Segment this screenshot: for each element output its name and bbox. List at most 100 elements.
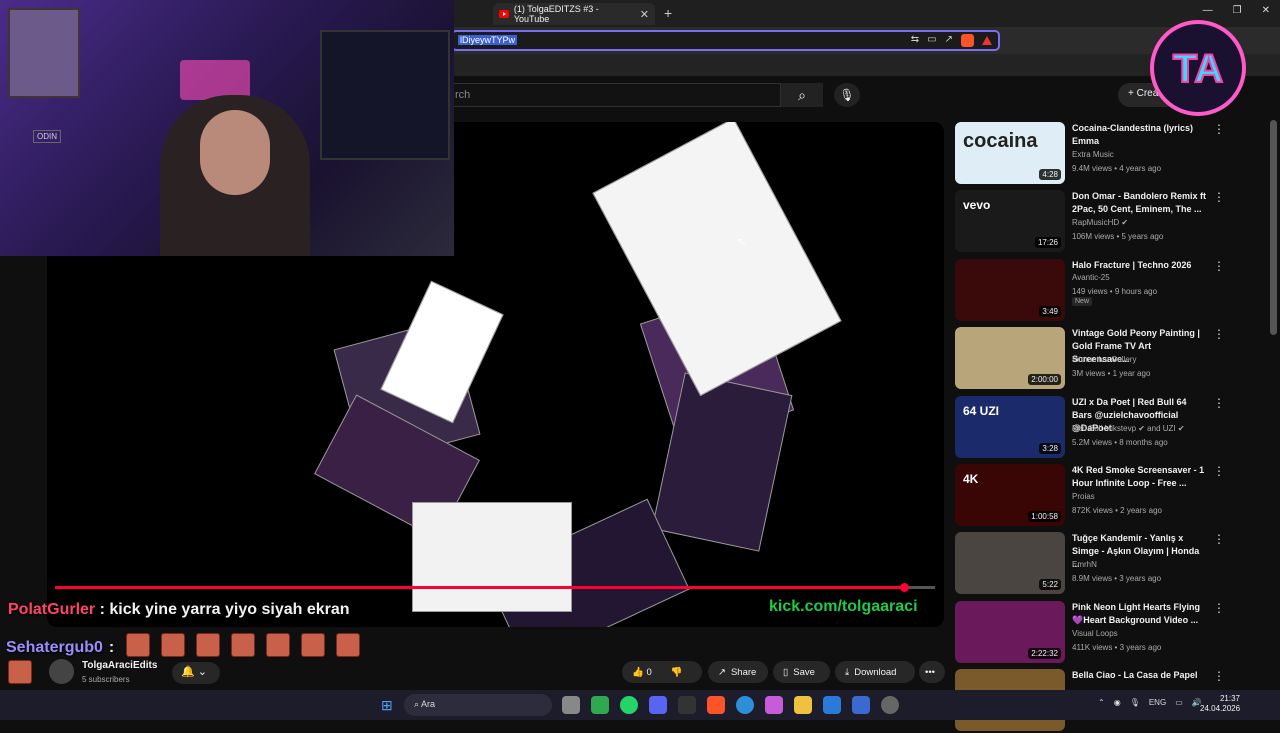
video-title[interactable]: Pink Neon Light Hearts Flying 💜Heart Bac… xyxy=(1072,601,1207,627)
more-options-icon[interactable]: ⋮ xyxy=(1213,669,1225,683)
recommendation-item[interactable]: cocaina 4:28 Cocaina-Clandestina (lyrics) … xyxy=(955,122,1225,186)
video-thumbnail[interactable]: 3:49 xyxy=(955,258,1065,321)
mic-icon[interactable]: 🎙 xyxy=(1130,698,1140,707)
duration-badge: 3:49 xyxy=(1039,305,1061,317)
store-icon[interactable] xyxy=(852,696,870,714)
brave-icon[interactable] xyxy=(707,696,725,714)
xbox-icon[interactable] xyxy=(591,696,609,714)
more-options-icon[interactable]: ⋮ xyxy=(1213,601,1225,615)
mail-icon[interactable] xyxy=(823,696,841,714)
video-thumbnail[interactable]: cocaina 4:28 xyxy=(955,122,1065,184)
like-button[interactable]: 👍 0 xyxy=(632,667,652,678)
video-channel[interactable]: Interactive Gallery xyxy=(1072,355,1136,364)
video-channel[interactable]: Extra Music xyxy=(1072,150,1114,159)
maximize-button[interactable]: ❐ xyxy=(1233,5,1242,16)
duration-badge: 2:22:32 xyxy=(1028,647,1061,659)
progress-scrubber[interactable] xyxy=(900,583,909,592)
discord-icon[interactable] xyxy=(649,696,667,714)
video-title[interactable]: Halo Fracture | Techno 2026 xyxy=(1072,259,1207,272)
svg-text:TA: TA xyxy=(1173,47,1223,91)
share-button[interactable]: ↗ Share xyxy=(708,661,768,683)
download-button[interactable]: ⤓ Download xyxy=(835,661,915,683)
brave-rewards-icon[interactable] xyxy=(982,36,992,45)
close-window-button[interactable]: ✕ xyxy=(1262,5,1270,16)
recommendation-item[interactable]: 64 UZI 3:28 UZI x Da Poet | Red Bull 64 Ba… xyxy=(955,395,1225,460)
task-view-icon[interactable] xyxy=(562,696,580,714)
edge-icon[interactable] xyxy=(736,696,754,714)
thumbnail-text: cocaina xyxy=(963,130,1038,152)
video-thumbnail[interactable]: vevo 17:26 xyxy=(955,190,1065,253)
terminal-icon[interactable] xyxy=(678,696,696,714)
windows-start-icon[interactable]: ⊞ xyxy=(381,697,393,714)
file-explorer-icon[interactable] xyxy=(794,696,812,714)
browser-tab[interactable]: (1) TolgaEDITZS #3 - YouTube ✕ xyxy=(493,3,655,25)
more-actions-button[interactable]: ••• xyxy=(919,661,945,683)
search-button[interactable]: ⌕ xyxy=(781,83,823,107)
settings-icon[interactable] xyxy=(881,696,899,714)
recommendation-item[interactable]: 5:22 Tuğçe Kandemir - Yanlış x Simge - Aş… xyxy=(955,532,1225,596)
more-options-icon[interactable]: ⋮ xyxy=(1213,190,1225,204)
kick-watermark: kick.com/tolgaaraci xyxy=(769,598,918,615)
more-options-icon[interactable]: ⋮ xyxy=(1213,464,1225,478)
recommendation-item[interactable]: 2:22:32 Pink Neon Light Hearts Flying 💜He… xyxy=(955,600,1225,665)
recommendation-item[interactable]: 4K 1:00:58 4K Red Smoke Screensaver - 1 Ho… xyxy=(955,464,1225,528)
video-title[interactable]: Don Omar - Bandolero Remix ft 2Pac, 50 C… xyxy=(1072,190,1207,216)
video-thumbnail[interactable]: 5:22 xyxy=(955,532,1065,595)
tab-close-icon[interactable]: ✕ xyxy=(640,8,649,21)
share-icon[interactable]: ↗ xyxy=(945,34,953,47)
recommendation-item[interactable]: 2:00:00 Vintage Gold Peony Painting | Gol… xyxy=(955,327,1225,391)
taskbar-search[interactable]: ⌕ Ara xyxy=(404,694,552,716)
more-options-icon[interactable]: ⋮ xyxy=(1213,396,1225,410)
url-input[interactable]: lDiyeywTYPw ⇆ ▭ ↗ xyxy=(451,30,1000,51)
video-channel[interactable]: Red Bull Mikstevp ✔ and UZI ✔ xyxy=(1072,424,1185,433)
new-tab-button[interactable]: + xyxy=(664,5,672,21)
minimize-button[interactable]: — xyxy=(1203,5,1213,16)
brave-shield-icon[interactable] xyxy=(961,34,974,47)
video-title[interactable]: Cocaina-Clandestina (lyrics) Emma xyxy=(1072,122,1207,148)
channel-name[interactable]: TolgaAraciEdits xyxy=(82,660,157,671)
like-count: 0 xyxy=(646,666,652,678)
more-icon: ••• xyxy=(925,666,935,678)
taskbar-apps xyxy=(562,696,899,714)
dislike-button[interactable]: 👎 xyxy=(671,667,683,678)
video-thumbnail[interactable]: 4K 1:00:58 xyxy=(955,464,1065,526)
progress-bar[interactable] xyxy=(55,586,935,589)
more-options-icon[interactable]: ⋮ xyxy=(1213,259,1225,273)
video-channel[interactable]: RapMusicHD ✔ xyxy=(1072,218,1128,227)
search-icon: ⌕ xyxy=(798,86,806,103)
wall-poster xyxy=(8,8,80,98)
duration-badge: 1:00:58 xyxy=(1028,511,1061,522)
more-options-icon[interactable]: ⋮ xyxy=(1213,122,1225,136)
video-title[interactable]: 4K Red Smoke Screensaver - 1 Hour Infini… xyxy=(1072,464,1207,490)
more-options-icon[interactable]: ⋮ xyxy=(1213,327,1225,341)
save-button[interactable]: ▯ Save xyxy=(773,661,830,683)
video-thumbnail[interactable]: 2:00:00 xyxy=(955,327,1065,390)
search-input[interactable]: rch xyxy=(446,83,781,107)
recommendation-item[interactable]: vevo 17:26 Don Omar - Bandolero Remix ft 2… xyxy=(955,190,1225,254)
recommendation-item[interactable]: 3:49 Halo Fracture | Techno 2026 Avantic-2… xyxy=(955,258,1225,323)
video-channel[interactable]: Proias xyxy=(1072,492,1095,501)
wifi-icon[interactable]: ▭ xyxy=(1175,698,1183,707)
scrollbar[interactable] xyxy=(1270,120,1277,335)
notification-bell-button[interactable]: 🔔 ⌄ xyxy=(172,662,220,684)
chevron-up-icon[interactable]: ⌃ xyxy=(1098,698,1105,707)
bell-icon: 🔔 xyxy=(181,666,195,678)
more-options-icon[interactable]: ⋮ xyxy=(1213,532,1225,546)
video-channel[interactable]: EmrhN xyxy=(1072,560,1097,569)
language-indicator[interactable]: ENG xyxy=(1149,698,1166,707)
video-title[interactable]: Bella Ciao - La Casa de Papel xyxy=(1072,669,1207,682)
taskbar-clock[interactable]: 21:37 24.04.2026 xyxy=(1200,694,1240,714)
duration-badge: 3:28 xyxy=(1039,442,1061,454)
cast-icon[interactable]: ▭ xyxy=(927,34,936,47)
video-channel[interactable]: Visual Loops xyxy=(1072,629,1118,638)
bookmark-icon: ▯ xyxy=(783,666,789,678)
video-channel[interactable]: Avantic-25 xyxy=(1072,273,1110,282)
copilot-icon[interactable] xyxy=(765,696,783,714)
whatsapp-icon[interactable] xyxy=(620,696,638,714)
voice-search-button[interactable]: 🎙 xyxy=(834,83,860,107)
video-thumbnail[interactable]: 2:22:32 xyxy=(955,600,1065,663)
video-thumbnail[interactable]: 64 UZI 3:28 xyxy=(955,395,1065,458)
channel-avatar[interactable] xyxy=(49,659,74,684)
network-icon[interactable]: ◉ xyxy=(1114,698,1121,707)
translate-icon[interactable]: ⇆ xyxy=(911,34,919,47)
